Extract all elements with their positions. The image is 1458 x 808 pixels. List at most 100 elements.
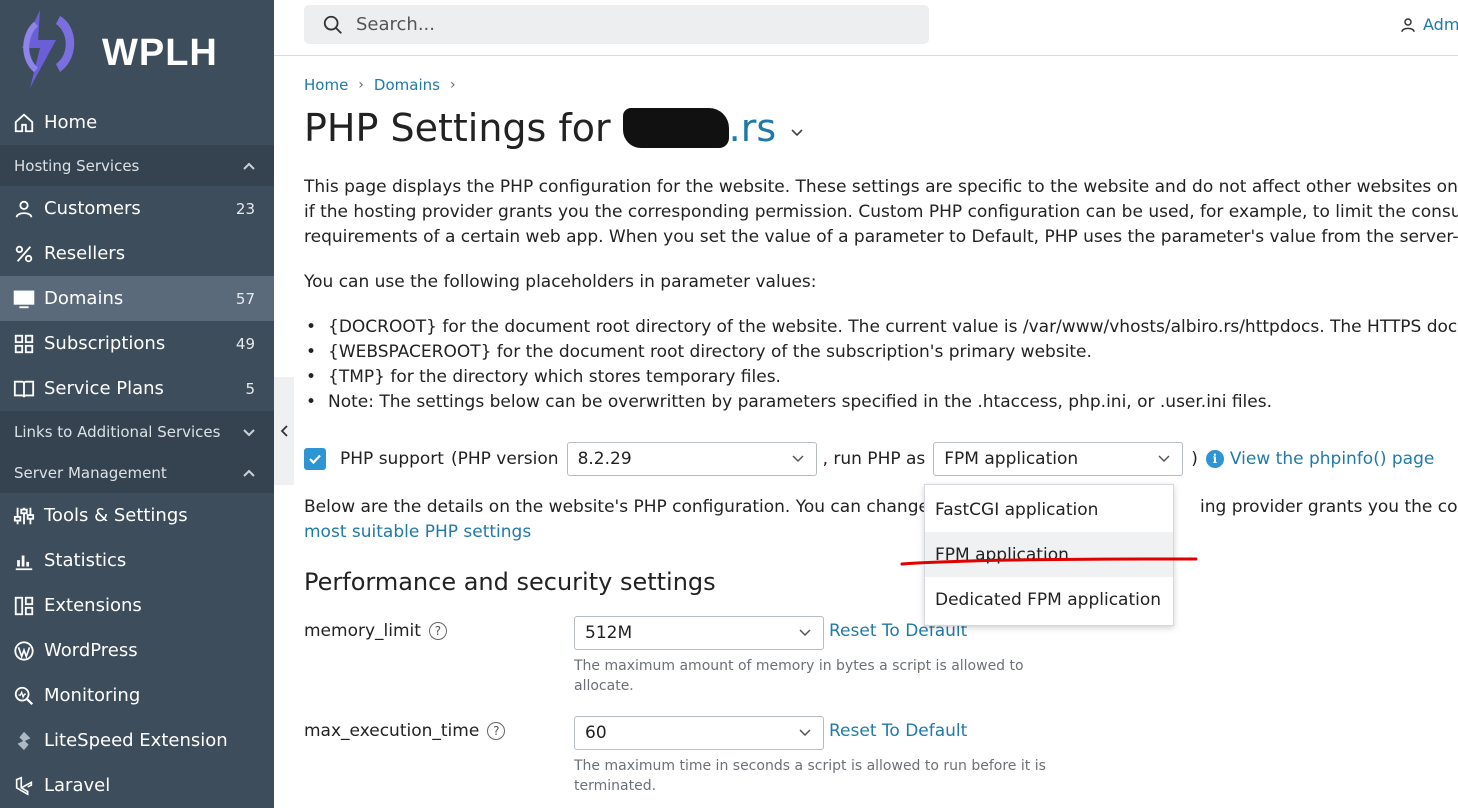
breadcrumb-separator-icon: ›	[449, 77, 456, 93]
chevron-down-icon	[243, 428, 255, 436]
red-underline-annotation	[900, 557, 1198, 566]
info-icon: i	[1205, 449, 1224, 468]
param-value: 512M	[585, 623, 633, 643]
count-badge: 23	[235, 199, 255, 218]
help-icon[interactable]: ?	[487, 722, 506, 740]
logo-bolt-icon	[22, 10, 75, 88]
list-item: {TMP} for the directory which stores tem…	[306, 367, 781, 387]
php-support-row: PHP support (PHP version 8.2.29 , run PH…	[304, 441, 1434, 476]
param-value: 60	[585, 723, 607, 743]
sidebar-item-extensions[interactable]: Extensions	[0, 583, 274, 628]
details-line-end: ing provider grants you the corresp	[1200, 497, 1458, 517]
chevron-down-icon[interactable]	[790, 125, 804, 139]
sidebar-item-label: Subscriptions	[44, 333, 166, 354]
php-support-checkbox[interactable]	[304, 447, 326, 470]
phpinfo-link[interactable]: View the phpinfo() page	[1230, 449, 1434, 469]
sidebar-item-service-plans[interactable]: Service Plans 5	[0, 366, 274, 411]
sidebar-item-label: Statistics	[44, 550, 127, 571]
sidebar-item-litespeed[interactable]: LiteSpeed Extension	[0, 718, 274, 763]
sidebar-item-label: Service Plans	[44, 378, 164, 399]
wordpress-icon	[12, 639, 36, 663]
max-execution-time-select[interactable]: 60	[574, 716, 824, 750]
breadcrumb-domains[interactable]: Domains	[374, 76, 440, 94]
sidebar-item-customers[interactable]: Customers 23	[0, 186, 274, 231]
sidebar-item-wordpress[interactable]: WordPress	[0, 628, 274, 673]
sidebar-item-subscriptions[interactable]: Subscriptions 49	[0, 321, 274, 366]
page-title-text: PHP Settings for	[304, 106, 611, 150]
php-version-prefix: (PHP version	[450, 448, 559, 469]
reset-to-default-link[interactable]: Reset To Default	[829, 721, 967, 741]
page-title-domain[interactable]: .rs	[729, 106, 777, 150]
redacted-domain-mark	[622, 108, 729, 148]
breadcrumb-separator-icon: ›	[358, 77, 364, 93]
param-hint: The maximum amount of memory in bytes a …	[574, 658, 1024, 694]
sidebar-item-tools-settings[interactable]: Tools & Settings	[0, 493, 274, 538]
run-php-as-value: FPM application	[944, 448, 1079, 469]
sidebar-item-monitoring[interactable]: Monitoring	[0, 673, 274, 718]
sidebar-item-laravel[interactable]: Laravel	[0, 763, 274, 808]
intro-line: requirements of a certain web app. When …	[304, 227, 1458, 247]
user-name: Adm	[1423, 15, 1458, 34]
sidebar-item-label: Domains	[44, 288, 124, 309]
search-box[interactable]	[304, 5, 929, 44]
dropdown-option-dedicated-fpm[interactable]: Dedicated FPM application	[925, 577, 1173, 622]
user-icon	[12, 197, 36, 221]
chevron-down-icon	[792, 454, 804, 462]
user-menu[interactable]: Adm	[1399, 15, 1458, 34]
logo[interactable]: WPLH	[16, 6, 256, 90]
search-input[interactable]	[354, 13, 898, 36]
section-label: Links to Additional Services	[14, 422, 221, 441]
sidebar-item-label: Customers	[44, 198, 141, 219]
sidebar-item-label: Resellers	[44, 243, 126, 264]
sidebar-item-label: Home	[44, 112, 98, 133]
sidebar-item-home[interactable]: Home	[0, 100, 274, 145]
sidebar: WPLH Home Hosting Services Customers 23 …	[0, 0, 274, 808]
sliders-icon	[12, 504, 36, 528]
grid-icon	[12, 332, 36, 356]
sidebar-item-label: Extensions	[44, 595, 142, 616]
close-paren: )	[1191, 448, 1198, 469]
breadcrumb-home[interactable]: Home	[304, 76, 348, 94]
suitable-settings-link[interactable]: most suitable PHP settings	[304, 520, 531, 545]
section-label: Server Management	[14, 463, 167, 482]
param-name: memory_limit	[304, 621, 421, 641]
sidebar-item-label: Monitoring	[44, 685, 141, 706]
laravel-icon	[12, 774, 36, 798]
search-icon	[323, 15, 342, 34]
sidebar-item-resellers[interactable]: Resellers	[0, 231, 274, 276]
sidebar-item-statistics[interactable]: Statistics	[0, 538, 274, 583]
count-badge: 57	[235, 289, 255, 308]
count-badge: 5	[245, 379, 255, 398]
chevron-down-icon	[799, 729, 811, 737]
monitor-icon	[12, 287, 36, 311]
details-line: Below are the details on the website's P…	[304, 497, 952, 517]
help-icon[interactable]: ?	[428, 622, 447, 640]
sidebar-collapse-toggle[interactable]	[274, 377, 294, 485]
section-server-management[interactable]: Server Management	[0, 452, 274, 493]
list-item: {DOCROOT} for the document root director…	[306, 317, 1458, 337]
php-support-label: PHP support	[340, 448, 444, 469]
top-bar: Adm	[274, 0, 1458, 56]
param-name: max_execution_time	[304, 721, 480, 741]
param-hint: The maximum time in seconds a script is …	[574, 758, 1046, 794]
memory-limit-select[interactable]: 512M	[574, 616, 824, 650]
section-links-additional[interactable]: Links to Additional Services	[0, 411, 274, 452]
checkmark-icon	[309, 454, 321, 464]
user-icon	[1401, 17, 1415, 32]
home-icon	[12, 111, 36, 135]
section-label: Hosting Services	[14, 156, 140, 175]
php-version-select[interactable]: 8.2.29	[566, 441, 817, 476]
chevron-down-icon	[799, 629, 811, 637]
book-icon	[12, 377, 36, 401]
sidebar-item-label: Laravel	[44, 775, 111, 796]
placeholders-intro: You can use the following placeholders i…	[304, 272, 817, 292]
main-content: Home › Domains › PHP Settings for .rs Th…	[304, 56, 1458, 808]
run-php-as-select[interactable]: FPM application	[933, 441, 1184, 476]
dropdown-option-fastcgi[interactable]: FastCGI application	[925, 487, 1173, 532]
section-hosting-services[interactable]: Hosting Services	[0, 145, 274, 186]
sidebar-item-domains[interactable]: Domains 57	[0, 276, 274, 321]
list-item: Note: The settings below can be overwrit…	[306, 392, 1272, 412]
chevron-up-icon	[243, 162, 255, 170]
sidebar-item-label: WordPress	[44, 640, 138, 661]
run-as-label: , run PHP as	[822, 448, 926, 469]
